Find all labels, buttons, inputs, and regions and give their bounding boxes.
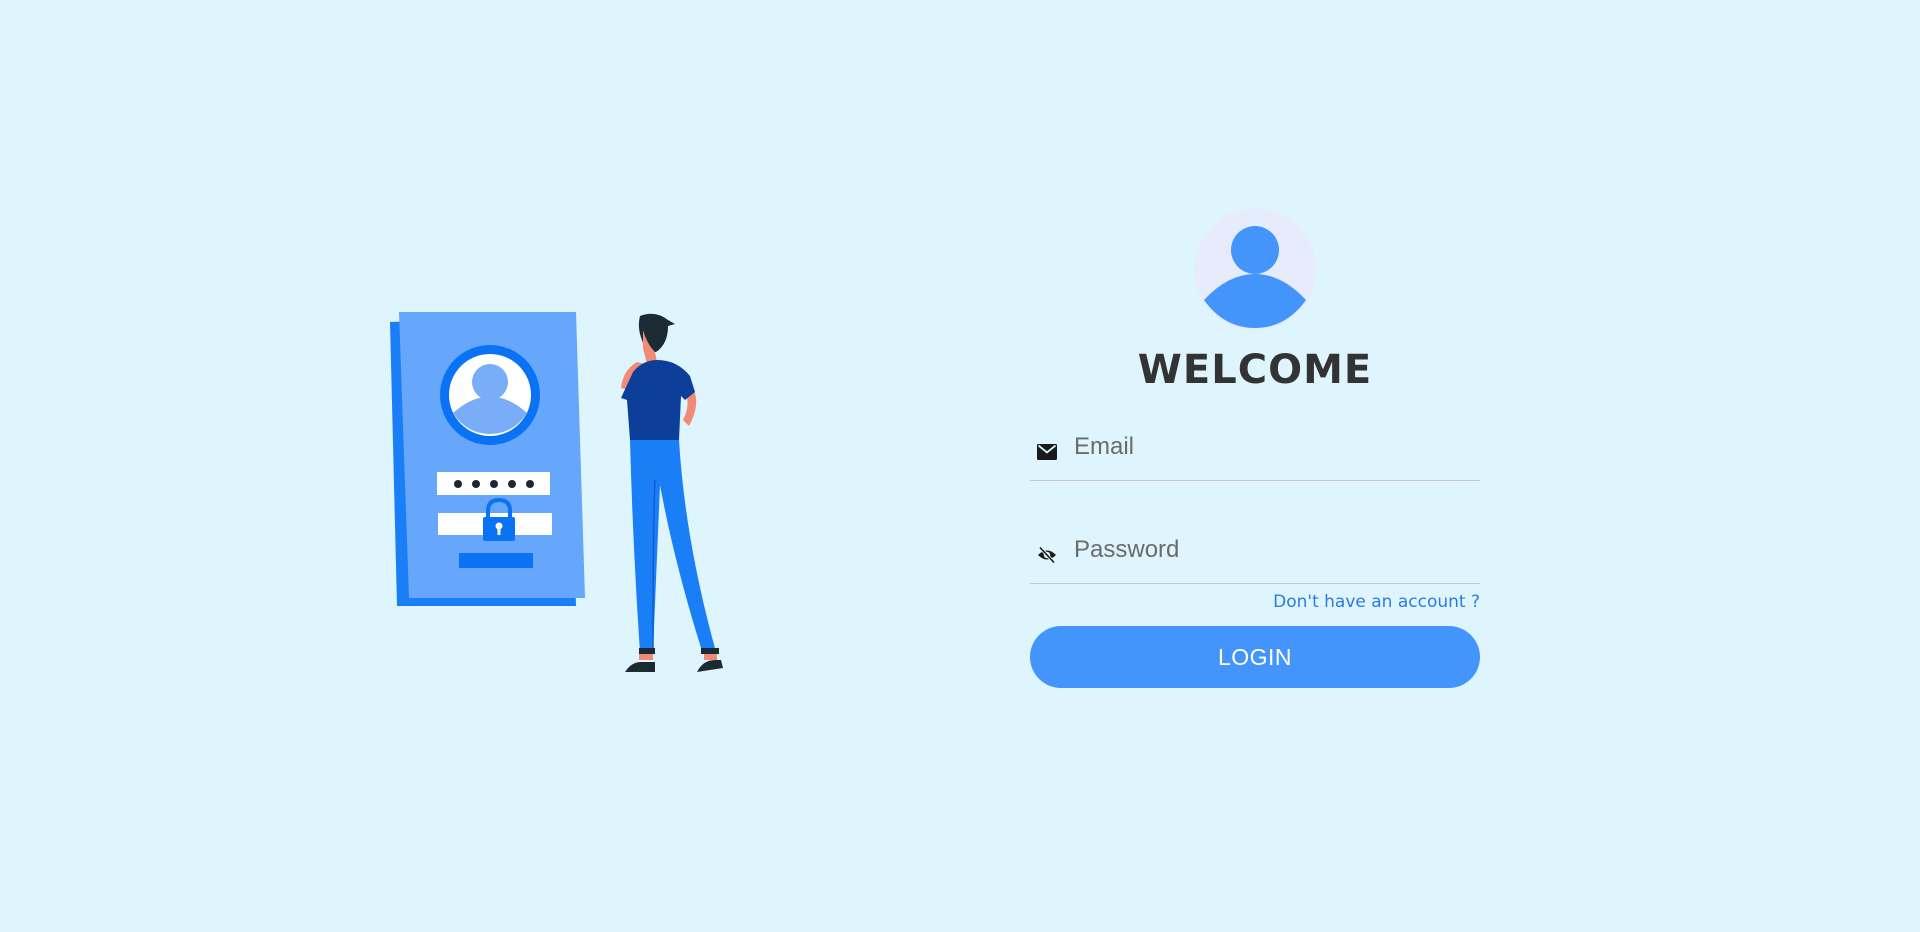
login-form: WELCOME Don't have: [1030, 208, 1480, 688]
password-field-group: [1030, 523, 1480, 584]
login-button[interactable]: LOGIN: [1030, 626, 1480, 688]
welcome-heading: WELCOME: [1137, 347, 1373, 393]
email-input[interactable]: [1074, 427, 1480, 467]
login-page: WELCOME Don't have: [0, 0, 1920, 932]
signup-link[interactable]: Don't have an account ?: [1030, 592, 1480, 612]
password-input[interactable]: [1074, 530, 1480, 570]
envelope-icon: [1036, 441, 1058, 463]
email-field-group: [1030, 420, 1480, 481]
phone-login-card: [390, 312, 585, 606]
person-thinking: [621, 313, 723, 672]
login-illustration: [390, 312, 723, 672]
user-avatar-icon: [1194, 208, 1316, 330]
eye-slash-icon[interactable]: [1036, 544, 1058, 566]
